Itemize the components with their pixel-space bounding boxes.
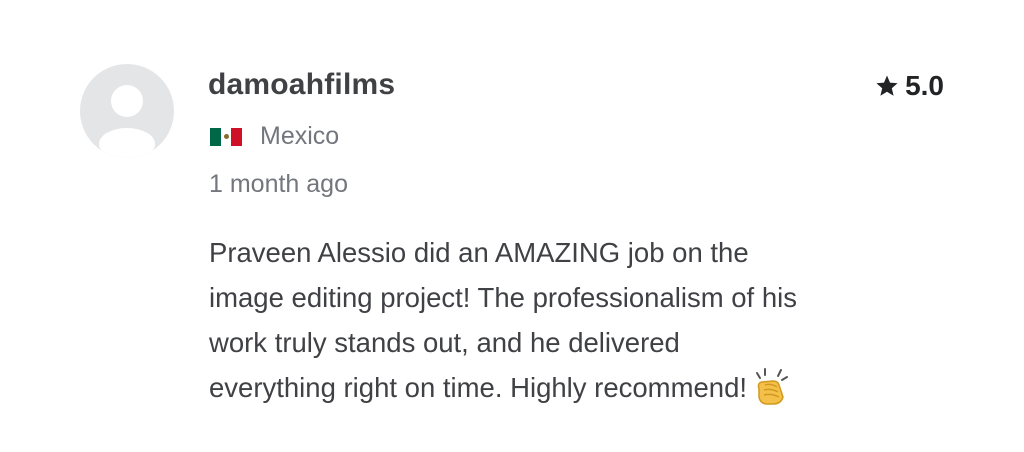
reviewer-country: Mexico bbox=[210, 122, 339, 151]
reviewer-username[interactable]: damoahfilms bbox=[208, 68, 395, 102]
review-text-line: Praveen Alessio did an AMAZING job on th… bbox=[209, 237, 749, 268]
rating: 5.0 bbox=[875, 70, 944, 102]
review-text-line: everything right on time. Highly recomme… bbox=[209, 365, 949, 418]
user-silhouette-icon bbox=[99, 85, 155, 158]
review-text-line: work truly stands out, and he delivered bbox=[209, 327, 680, 358]
clapping-hands-icon bbox=[751, 367, 791, 418]
country-name: Mexico bbox=[260, 122, 340, 150]
review-text: Praveen Alessio did an AMAZING job on th… bbox=[209, 230, 949, 418]
star-icon bbox=[876, 75, 898, 96]
review-timestamp: 1 month ago bbox=[209, 170, 348, 198]
rating-value: 5.0 bbox=[905, 70, 944, 101]
avatar[interactable] bbox=[80, 64, 174, 158]
mexico-flag-icon bbox=[210, 127, 243, 146]
review-text-line-content: everything right on time. Highly recomme… bbox=[209, 372, 748, 403]
review-card: damoahfilms 5.0 Mexico 1 month ago Prave… bbox=[0, 0, 1024, 452]
review-text-line: image editing project! The professionali… bbox=[209, 282, 797, 313]
